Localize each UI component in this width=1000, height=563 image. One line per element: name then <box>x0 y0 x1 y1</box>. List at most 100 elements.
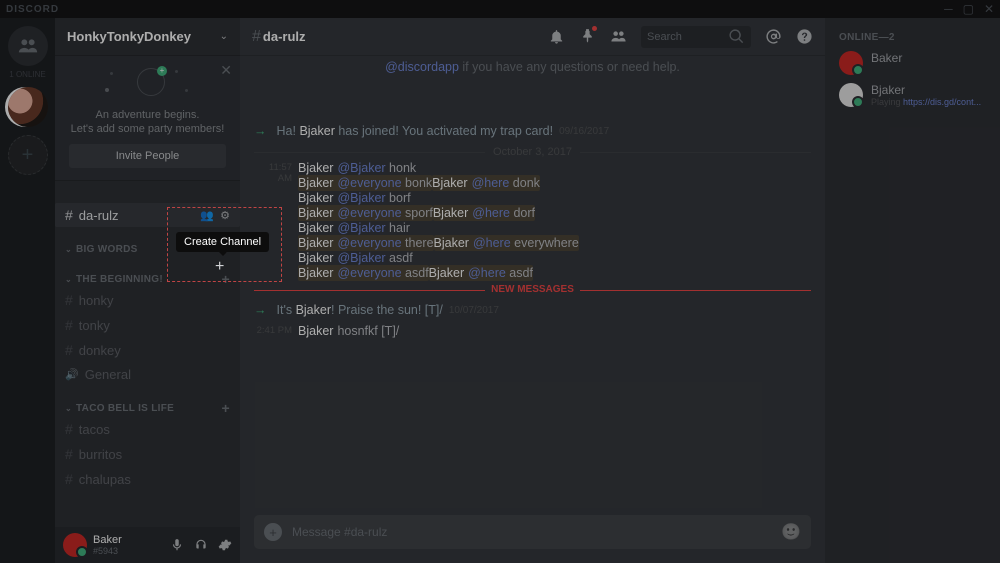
emoji-picker-icon[interactable]: 🙂 <box>781 522 801 542</box>
group-body: Bjakerhosnfkf [T]/ <box>298 323 811 339</box>
edit-channel-icon[interactable]: ⚙ <box>220 209 230 222</box>
invite-art <box>65 66 230 102</box>
search-icon <box>728 28 745 45</box>
group-timestamp: 2:41 PM <box>254 323 298 339</box>
message-line: Bjaker@Bjaker borf <box>298 190 811 206</box>
message-line: Bjaker@Bjaker hair <box>298 220 811 236</box>
message-line: Bjaker@everyone asdf <box>298 265 429 281</box>
member-row[interactable]: Baker <box>833 47 992 79</box>
message-line: Bjaker@here dorf <box>433 205 535 221</box>
channel-item[interactable]: #chalupas <box>55 467 240 491</box>
search-input[interactable]: Search <box>641 26 751 48</box>
collapse-icon: ⌄ <box>65 275 72 284</box>
channel-item[interactable]: #honky <box>55 288 240 312</box>
collapse-icon: ⌄ <box>65 245 72 254</box>
channel-item[interactable]: #burritos <box>55 442 240 466</box>
date-divider: October 3, 2017 <box>254 146 811 158</box>
self-avatar[interactable] <box>63 533 87 557</box>
channel-name-label: da-rulz <box>263 29 306 44</box>
member-list: ONLINE—2 Baker Bjaker Playing https://di… <box>825 18 1000 563</box>
system-message: → It's Bjaker! Praise the sun! [T]/ 10/0… <box>254 299 811 321</box>
channel-item[interactable]: #donkey <box>55 338 240 362</box>
channel-header: # da-rulz Search <box>240 18 825 56</box>
online-count-label: 1 ONLINE <box>9 70 45 79</box>
member-row[interactable]: Bjaker Playing https://dis.gd/cont... <box>833 79 992 111</box>
message-list: @discordapp if you have any questions or… <box>240 56 825 505</box>
window-maximize-icon[interactable]: ▢ <box>963 2 974 16</box>
member-avatar <box>839 51 863 75</box>
channel-da-rulz[interactable]: # da-rulz 👥 ⚙ <box>55 203 240 227</box>
hash-icon: # <box>252 28 261 46</box>
timestamp: 10/07/2017 <box>449 305 499 316</box>
chat-column: # da-rulz Search @discordapp if you ha <box>240 18 825 563</box>
member-status: Playing https://dis.gd/cont... <box>871 97 981 107</box>
help-icon[interactable] <box>796 28 813 45</box>
main-row: 1 ONLINE + HonkyTonkyDonkey ⌄ ✕ <box>0 18 1000 563</box>
add-channel-icon[interactable]: + <box>222 400 230 416</box>
category-the-beginning: ⌄ THE BEGINNING! + #honky #tonky #donkey… <box>55 271 240 386</box>
self-discriminator: #5943 <box>93 546 170 556</box>
join-arrow-icon: → <box>254 303 267 317</box>
category-header[interactable]: ⌄ TACO BELL IS LIFE + <box>55 400 240 416</box>
channel-item[interactable]: #tacos <box>55 417 240 441</box>
group-body: Bjaker@Bjaker honkBjaker@everyone bonkBj… <box>298 160 811 280</box>
group-timestamp: 11:57 AM <box>254 160 298 280</box>
message-group: 11:57 AM Bjaker@Bjaker honkBjaker@everyo… <box>254 160 811 280</box>
create-channel-plus-icon[interactable]: + <box>215 258 224 276</box>
bell-icon[interactable] <box>548 28 565 45</box>
timestamp: 09/16/2017 <box>559 126 609 137</box>
friends-icon <box>17 35 39 57</box>
speaker-icon: 🔊 <box>65 368 79 381</box>
guild-honky[interactable] <box>8 87 48 127</box>
category-header[interactable]: ⌄ THE BEGINNING! + <box>55 271 240 287</box>
window-close-icon[interactable]: ✕ <box>984 2 994 16</box>
deafen-icon[interactable] <box>194 538 208 552</box>
new-messages-divider: NEW MESSAGES <box>254 284 811 295</box>
member-avatar <box>839 83 863 107</box>
mentions-icon[interactable] <box>765 28 782 45</box>
system-message: → Ha! Bjaker has joined! You activated m… <box>254 120 811 142</box>
home-button[interactable] <box>8 26 48 66</box>
settings-icon[interactable] <box>218 538 232 552</box>
server-header[interactable]: HonkyTonkyDonkey ⌄ <box>55 18 240 56</box>
window-titlebar: DISCORD ─ ▢ ✕ <box>0 0 1000 18</box>
composer-placeholder: Message #da-rulz <box>292 525 781 539</box>
brand-label: DISCORD <box>6 4 934 15</box>
channel-item[interactable]: 🔊General <box>55 363 240 386</box>
header-tools: Search <box>548 26 813 48</box>
channel-label: da-rulz <box>79 208 119 223</box>
invite-people-button[interactable]: Invite People <box>69 144 226 168</box>
message-line: Bjaker@here asdf <box>429 265 533 281</box>
window-minimize-icon[interactable]: ─ <box>944 2 953 16</box>
message-composer[interactable]: + Message #da-rulz 🙂 <box>254 515 811 549</box>
message-line: Bjaker@here everywhere <box>434 235 579 251</box>
hash-icon: # <box>65 207 73 223</box>
invite-text: An adventure begins.Let's add some party… <box>65 108 230 136</box>
category-taco-bell: ⌄ TACO BELL IS LIFE + #tacos #burritos #… <box>55 400 240 491</box>
channel-item[interactable]: #tonky <box>55 313 240 337</box>
members-icon[interactable] <box>610 28 627 45</box>
discord-link[interactable]: @discordapp <box>385 60 459 74</box>
message-line: Bjaker@everyone there <box>298 235 434 251</box>
message-group: 2:41 PM Bjakerhosnfkf [T]/ <box>254 323 811 339</box>
channels-column: HonkyTonkyDonkey ⌄ ✕ An adventure begins… <box>55 18 240 563</box>
app-root: DISCORD ─ ▢ ✕ 1 ONLINE + HonkyTonkyDonke… <box>0 0 1000 563</box>
message-line: Bjaker@everyone sporf <box>298 205 433 221</box>
self-panel: Baker #5943 <box>55 527 240 563</box>
message-line: Bjaker@here donk <box>432 175 540 191</box>
add-guild-button[interactable]: + <box>8 135 48 175</box>
channel-tools: 👥 ⚙ <box>200 209 230 222</box>
pinned-icon[interactable] <box>579 27 596 47</box>
hash-icon: # <box>65 292 73 308</box>
join-arrow-icon: → <box>254 124 267 138</box>
mute-icon[interactable] <box>170 538 184 552</box>
create-invite-icon[interactable]: 👥 <box>200 209 214 222</box>
hash-icon: # <box>65 471 73 487</box>
attach-icon[interactable]: + <box>264 523 282 541</box>
member-section-header: ONLINE—2 <box>833 28 992 47</box>
message-line: Bjaker@everyone bonk <box>298 175 432 191</box>
server-name-label: HonkyTonkyDonkey <box>67 29 220 44</box>
message-line: Bjaker@Bjaker asdf <box>298 250 811 266</box>
chevron-down-icon: ⌄ <box>220 31 228 42</box>
self-controls <box>170 538 232 552</box>
